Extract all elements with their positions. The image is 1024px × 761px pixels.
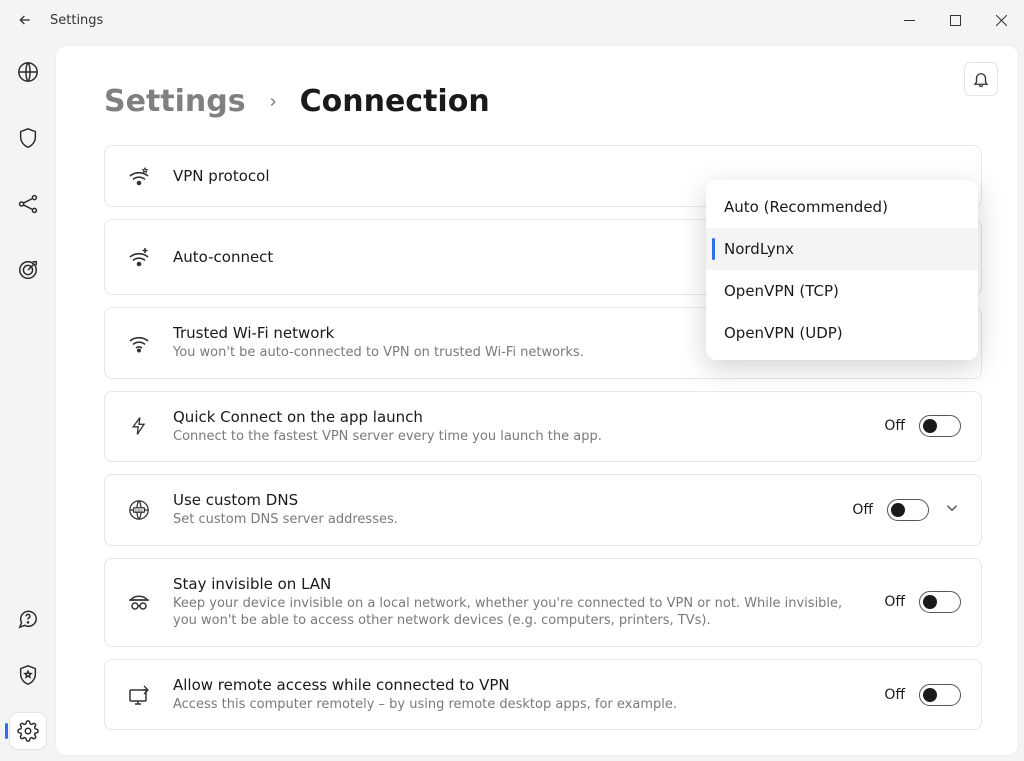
card-custom-dns: DNS Use custom DNS Set custom DNS server…: [104, 474, 982, 546]
toggle-state-label: Off: [884, 687, 905, 703]
wifi-plus-icon: [125, 247, 153, 267]
dropdown-option-openvpn-tcp[interactable]: OpenVPN (TCP): [706, 270, 978, 312]
wifi-star-icon: [125, 166, 153, 186]
invisible-lan-toggle[interactable]: [919, 591, 961, 613]
close-button[interactable]: [978, 0, 1024, 40]
card-title: Quick Connect on the app launch: [173, 408, 864, 426]
breadcrumb-parent[interactable]: Settings: [104, 84, 246, 119]
back-button[interactable]: [10, 5, 40, 35]
remote-access-toggle[interactable]: [919, 684, 961, 706]
sidebar: [0, 40, 56, 761]
card-description: Keep your device invisible on a local ne…: [173, 595, 864, 630]
custom-dns-toggle[interactable]: [887, 499, 929, 521]
card-description: Connect to the fastest VPN server every …: [173, 428, 864, 446]
card-quick-connect: Quick Connect on the app launch Connect …: [104, 391, 982, 463]
maximize-button[interactable]: [932, 0, 978, 40]
sidebar-item-shield[interactable]: [10, 120, 46, 156]
card-invisible-lan: Stay invisible on LAN Keep your device i…: [104, 558, 982, 647]
dropdown-option-nordlynx[interactable]: NordLynx: [706, 228, 978, 270]
card-description: Set custom DNS server addresses.: [173, 511, 832, 529]
minimize-button[interactable]: [886, 0, 932, 40]
card-title: Stay invisible on LAN: [173, 575, 864, 593]
toggle-state-label: Off: [884, 594, 905, 610]
wifi-icon: [125, 333, 153, 353]
titlebar: Settings: [0, 0, 1024, 40]
breadcrumb-current: Connection: [300, 84, 490, 119]
card-title: Use custom DNS: [173, 491, 832, 509]
app-body: Settings Connection VPN protocol Auto-co…: [0, 40, 1024, 761]
remote-monitor-icon: [125, 685, 153, 705]
dropdown-option-auto[interactable]: Auto (Recommended): [706, 186, 978, 228]
sidebar-item-shield-star[interactable]: [10, 657, 46, 693]
vpn-protocol-dropdown: Auto (Recommended) NordLynx OpenVPN (TCP…: [706, 180, 978, 360]
incognito-icon: [125, 592, 153, 612]
dns-globe-icon: DNS: [125, 499, 153, 521]
main-panel: Settings Connection VPN protocol Auto-co…: [56, 46, 1018, 755]
window-title: Settings: [50, 13, 103, 28]
sidebar-item-help[interactable]: [10, 601, 46, 637]
card-description: Access this computer remotely – by using…: [173, 696, 864, 714]
sidebar-item-globe[interactable]: [10, 54, 46, 90]
sidebar-item-target[interactable]: [10, 252, 46, 288]
card-title: Allow remote access while connected to V…: [173, 676, 864, 694]
sidebar-item-settings[interactable]: [10, 713, 46, 749]
chevron-right-icon: [266, 90, 280, 114]
dropdown-option-openvpn-udp[interactable]: OpenVPN (UDP): [706, 312, 978, 354]
svg-text:DNS: DNS: [135, 508, 143, 512]
toggle-state-label: Off: [852, 502, 873, 518]
sidebar-item-mesh[interactable]: [10, 186, 46, 222]
lightning-icon: [125, 415, 153, 437]
card-remote-access: Allow remote access while connected to V…: [104, 659, 982, 731]
breadcrumb: Settings Connection: [104, 84, 982, 119]
quick-connect-toggle[interactable]: [919, 415, 961, 437]
toggle-state-label: Off: [884, 418, 905, 434]
chevron-down-icon[interactable]: [943, 499, 961, 521]
notifications-button[interactable]: [964, 62, 998, 96]
